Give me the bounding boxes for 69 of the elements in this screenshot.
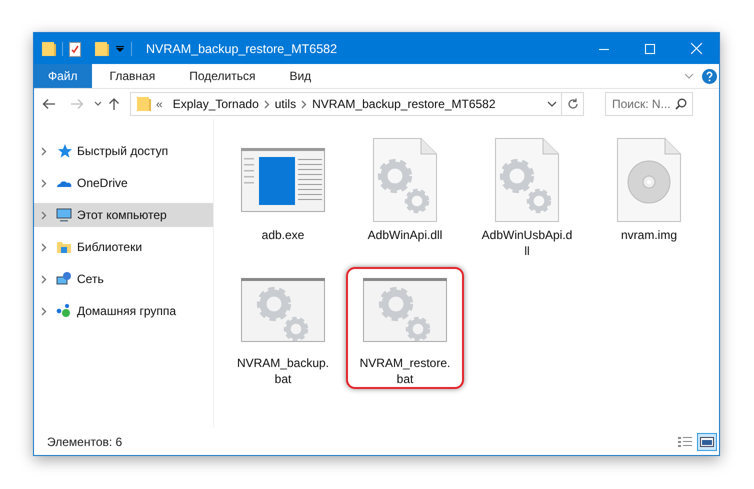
chevron-right-icon xyxy=(301,100,308,108)
sidebar-item[interactable]: Быстрый доступ xyxy=(34,139,213,163)
ribbon-tab[interactable]: Главная xyxy=(94,64,172,88)
checklist-icon[interactable] xyxy=(69,40,81,56)
ribbon-tab[interactable]: Вид xyxy=(273,64,328,88)
sidebar-item[interactable]: Библиотеки xyxy=(34,235,213,259)
dropdown-icon[interactable] xyxy=(115,44,125,52)
chevron-down-icon[interactable] xyxy=(547,101,557,107)
file-name: AdbWinUsbApi.d ll xyxy=(482,227,572,259)
sidebar-label: Быстрый доступ xyxy=(77,144,168,158)
close-icon xyxy=(690,43,702,54)
file-name: NVRAM_backup. bat xyxy=(236,355,330,387)
window-title: NVRAM_backup_restore_MT6582 xyxy=(146,42,338,56)
file-name: nvram.img xyxy=(620,227,677,243)
folder-icon[interactable] xyxy=(42,40,56,56)
sidebar-label: Домашняя группа xyxy=(77,304,176,318)
gear-document-icon xyxy=(495,138,559,222)
gear-window-icon xyxy=(363,278,447,342)
file-item[interactable]: NVRAM_backup. bat xyxy=(224,267,342,389)
search-field[interactable]: Поиск: N... xyxy=(605,92,693,116)
breadcrumb[interactable]: utils xyxy=(270,97,302,111)
overflow-chevron[interactable]: « xyxy=(151,97,168,111)
help-icon[interactable] xyxy=(702,68,717,84)
star-icon xyxy=(56,143,72,159)
up-button[interactable] xyxy=(108,97,120,111)
back-button[interactable] xyxy=(42,98,56,110)
sidebar-label: Этот компьютер xyxy=(77,208,167,222)
file-name: adb.exe xyxy=(262,227,304,243)
sidebar-label: OneDrive xyxy=(77,176,128,190)
expand-chevron-icon xyxy=(41,242,47,252)
recent-locations-button[interactable] xyxy=(94,101,102,107)
file-item[interactable]: AdbWinUsbApi.d ll xyxy=(468,136,586,258)
sidebar-item[interactable]: Домашняя группа xyxy=(34,299,213,323)
search-icon xyxy=(675,98,687,110)
monitor-icon xyxy=(56,207,72,223)
file-name: AdbWinApi.dll xyxy=(368,227,442,243)
ribbon-tab[interactable]: Поделиться xyxy=(173,64,272,88)
expand-chevron-icon xyxy=(41,306,47,316)
gear-window-icon xyxy=(241,278,325,342)
file-name: NVRAM_restore. bat xyxy=(360,355,450,387)
refresh-icon xyxy=(566,98,578,110)
sidebar-label: Сеть xyxy=(77,272,104,286)
sidebar-item[interactable]: Этот компьютер xyxy=(34,203,213,227)
expand-chevron-icon xyxy=(41,146,47,156)
chevron-right-icon xyxy=(264,100,270,108)
sidebar-item[interactable]: Сеть xyxy=(34,267,213,291)
gear-document-icon xyxy=(373,138,437,222)
breadcrumb[interactable]: Explay_Tornado xyxy=(168,97,264,111)
sidebar-item[interactable]: OneDrive xyxy=(34,171,213,195)
maximize-icon xyxy=(645,44,655,54)
large-icons-view-button[interactable] xyxy=(697,432,717,450)
file-item[interactable]: AdbWinApi.dll xyxy=(346,136,464,258)
homegroup-icon xyxy=(56,303,72,319)
application-window-icon xyxy=(241,148,325,212)
highlighted-file-item[interactable]: NVRAM_restore. bat xyxy=(346,267,464,389)
expand-chevron-icon xyxy=(41,210,47,220)
expand-chevron-icon xyxy=(41,178,47,188)
file-item[interactable]: nvram.img xyxy=(590,136,708,258)
ribbon-tab[interactable]: Файл xyxy=(34,64,92,88)
folder-icon[interactable] xyxy=(95,40,109,56)
file-item[interactable]: adb.exe xyxy=(224,136,342,258)
expand-chevron-icon xyxy=(41,274,47,284)
library-folder-icon xyxy=(56,239,72,255)
disc-document-icon xyxy=(617,138,681,222)
sidebar-label: Библиотеки xyxy=(77,240,142,254)
item-count: Элементов: 6 xyxy=(47,434,122,448)
network-icon xyxy=(56,271,72,287)
address-bar[interactable]: « Explay_Tornado utils NVRAM_backup_restore_MT6582 xyxy=(130,92,584,116)
breadcrumb[interactable]: NVRAM_backup_restore_MT6582 xyxy=(307,97,501,111)
